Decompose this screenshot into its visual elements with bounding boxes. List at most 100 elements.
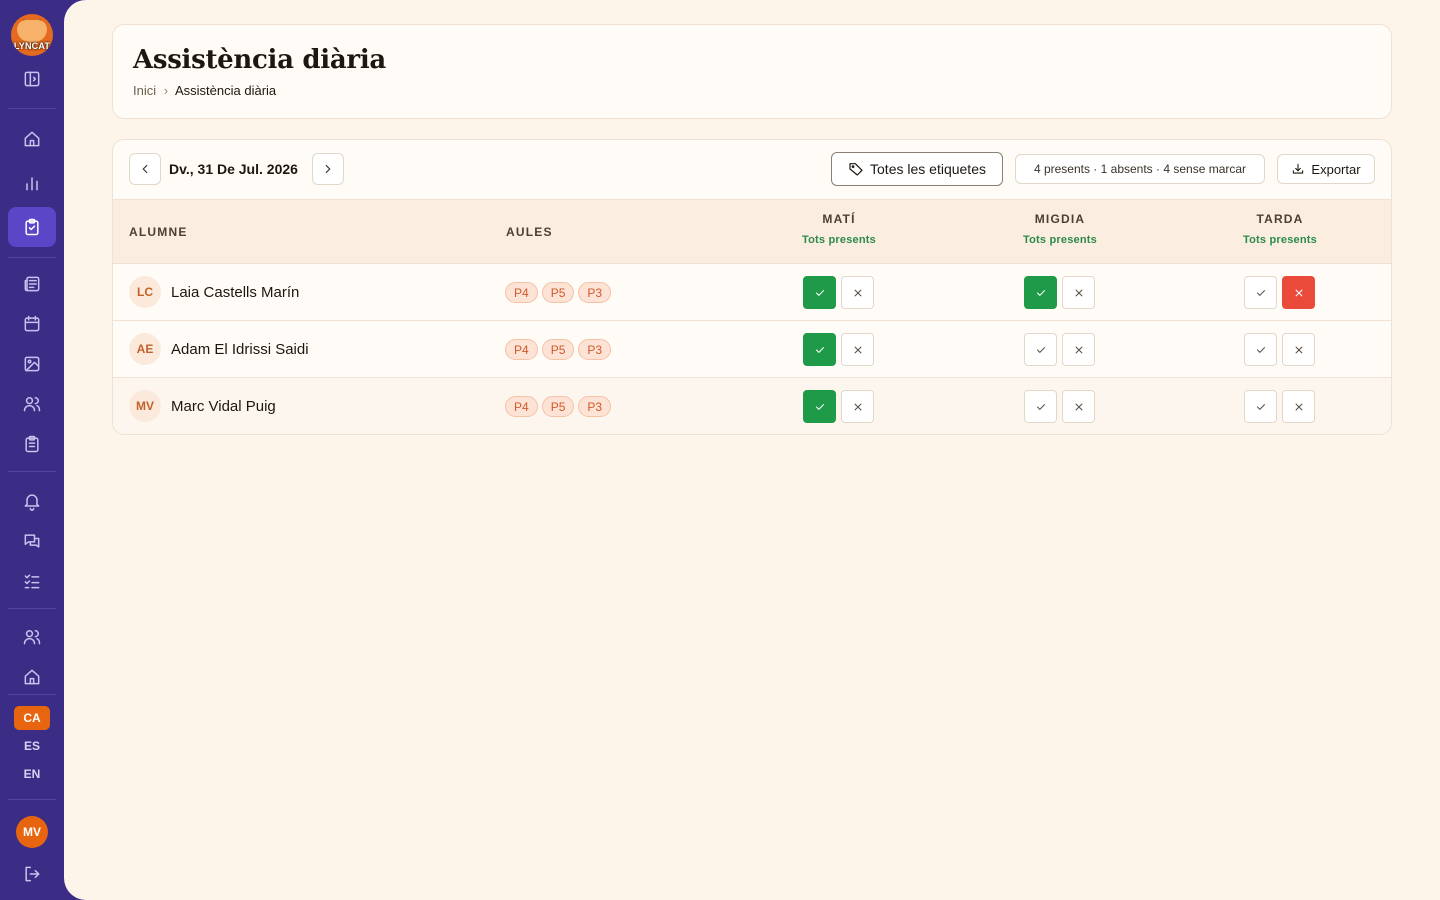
export-button[interactable]: Exportar — [1277, 154, 1375, 184]
lang-es[interactable]: ES — [14, 734, 50, 758]
check-icon — [815, 289, 824, 296]
close-icon — [854, 346, 861, 353]
column-student: ALUMNE — [129, 225, 188, 239]
gallery-icon[interactable] — [8, 344, 56, 384]
close-icon — [1075, 346, 1082, 353]
chevron-right-icon — [325, 164, 331, 174]
collapse-sidebar-icon[interactable] — [8, 59, 56, 99]
logo-face — [17, 20, 47, 42]
tags-filter-button[interactable]: Totes les etiquetes — [831, 152, 1003, 186]
logout-icon[interactable] — [8, 854, 56, 894]
table-row: MV Marc Vidal Puig P4 P5 P3 — [113, 378, 1391, 434]
export-label: Exportar — [1311, 161, 1361, 177]
class-tag: P5 — [541, 339, 575, 360]
mark-all-present-morning[interactable]: Tots presents — [739, 234, 939, 246]
lang-ca[interactable]: CA — [14, 706, 50, 730]
mark-absent-button[interactable] — [841, 333, 874, 366]
check-icon — [1036, 346, 1045, 353]
mark-present-button[interactable] — [1244, 276, 1277, 309]
tag-icon — [849, 163, 863, 176]
session-midday-header: MIGDIA Tots presents — [960, 212, 1160, 246]
table-toolbar: Dv., 31 De Jul. 2026 Totes les etiquetes… — [113, 140, 1391, 199]
check-icon — [1256, 403, 1265, 410]
class-tags: P4 P5 P3 — [505, 282, 612, 303]
class-tag: P3 — [578, 339, 612, 360]
mark-present-button[interactable] — [1024, 276, 1057, 309]
sidebar-divider — [8, 257, 56, 258]
mark-absent-button[interactable] — [1062, 333, 1095, 366]
mark-absent-button[interactable] — [841, 390, 874, 423]
mark-absent-button[interactable] — [1062, 390, 1095, 423]
mark-absent-button[interactable] — [1282, 276, 1315, 309]
sidebar: LYNCAT CA ES EN MV — [0, 0, 64, 900]
mark-all-present-afternoon[interactable]: Tots presents — [1180, 234, 1380, 246]
mark-present-button[interactable] — [803, 276, 836, 309]
class-tag: P4 — [505, 396, 538, 417]
close-icon — [1295, 289, 1302, 296]
mark-absent-button[interactable] — [1282, 333, 1315, 366]
class-tag: P4 — [505, 282, 538, 303]
student-name[interactable]: Marc Vidal Puig — [171, 398, 276, 415]
lyncat-logo[interactable]: LYNCAT — [11, 14, 53, 56]
mark-absent-button[interactable] — [1282, 390, 1315, 423]
next-day-button[interactable] — [312, 153, 344, 185]
student-avatar: LC — [129, 276, 161, 308]
attendance-table: Dv., 31 De Jul. 2026 Totes les etiquetes… — [112, 139, 1392, 435]
close-icon — [1295, 346, 1302, 353]
check-icon — [1036, 289, 1045, 296]
class-tag: P3 — [578, 396, 612, 417]
bell-icon[interactable] — [8, 481, 56, 521]
session-name: TARDA — [1256, 212, 1304, 226]
mark-present-button[interactable] — [1024, 333, 1057, 366]
sidebar-divider — [8, 799, 56, 800]
mark-present-button[interactable] — [803, 333, 836, 366]
session-morning-header: MATÍ Tots presents — [739, 212, 939, 246]
breadcrumb-current: Assistència diària — [175, 83, 277, 98]
student-avatar: MV — [129, 390, 161, 422]
mark-all-present-midday[interactable]: Tots presents — [960, 234, 1160, 246]
mark-present-button[interactable] — [803, 390, 836, 423]
calendar-icon[interactable] — [8, 304, 56, 344]
previous-day-button[interactable] — [129, 153, 161, 185]
current-date: Dv., 31 De Jul. 2026 — [169, 161, 298, 177]
sidebar-divider — [8, 608, 56, 609]
close-icon — [854, 289, 861, 296]
table-row: AE Adam El Idrissi Saidi P4 P5 P3 — [113, 321, 1391, 378]
mark-present-button[interactable] — [1024, 390, 1057, 423]
close-icon — [854, 403, 861, 410]
mark-absent-button[interactable] — [1062, 276, 1095, 309]
student-name[interactable]: Adam El Idrissi Saidi — [171, 341, 309, 358]
mark-present-button[interactable] — [1244, 333, 1277, 366]
page-title: Assistència diària — [133, 45, 386, 75]
student-avatar: AE — [129, 333, 161, 365]
session-name: MIGDIA — [1034, 212, 1086, 226]
mark-present-button[interactable] — [1244, 390, 1277, 423]
families-icon[interactable] — [8, 617, 56, 657]
main-content: Assistència diària Inici › Assistència d… — [64, 0, 1440, 900]
user-avatar[interactable]: MV — [16, 816, 48, 848]
page-header: Assistència diària Inici › Assistència d… — [112, 24, 1392, 119]
school-icon[interactable] — [8, 657, 56, 697]
chevron-left-icon — [142, 164, 148, 174]
home-icon[interactable] — [8, 119, 56, 159]
class-tag: P5 — [541, 282, 575, 303]
student-name[interactable]: Laia Castells Marín — [171, 284, 299, 301]
stats-icon[interactable] — [8, 163, 56, 203]
sidebar-divider — [8, 471, 56, 472]
messages-icon[interactable] — [8, 521, 56, 561]
check-icon — [1256, 289, 1265, 296]
mark-absent-button[interactable] — [841, 276, 874, 309]
tasks-icon[interactable] — [8, 561, 56, 601]
sidebar-divider — [8, 108, 56, 109]
clipboard-list-icon[interactable] — [8, 424, 56, 464]
class-tag: P3 — [578, 282, 612, 303]
check-icon — [815, 403, 824, 410]
attendance-icon[interactable] — [8, 207, 56, 247]
newspaper-icon[interactable] — [8, 264, 56, 304]
users-icon[interactable] — [8, 384, 56, 424]
table-header: ALUMNE AULES MATÍ Tots presents MIGDIA T… — [113, 199, 1391, 264]
logo-text: LYNCAT — [13, 41, 51, 51]
breadcrumb-home[interactable]: Inici — [133, 83, 156, 98]
class-tag: P4 — [505, 339, 538, 360]
lang-en[interactable]: EN — [14, 762, 50, 786]
